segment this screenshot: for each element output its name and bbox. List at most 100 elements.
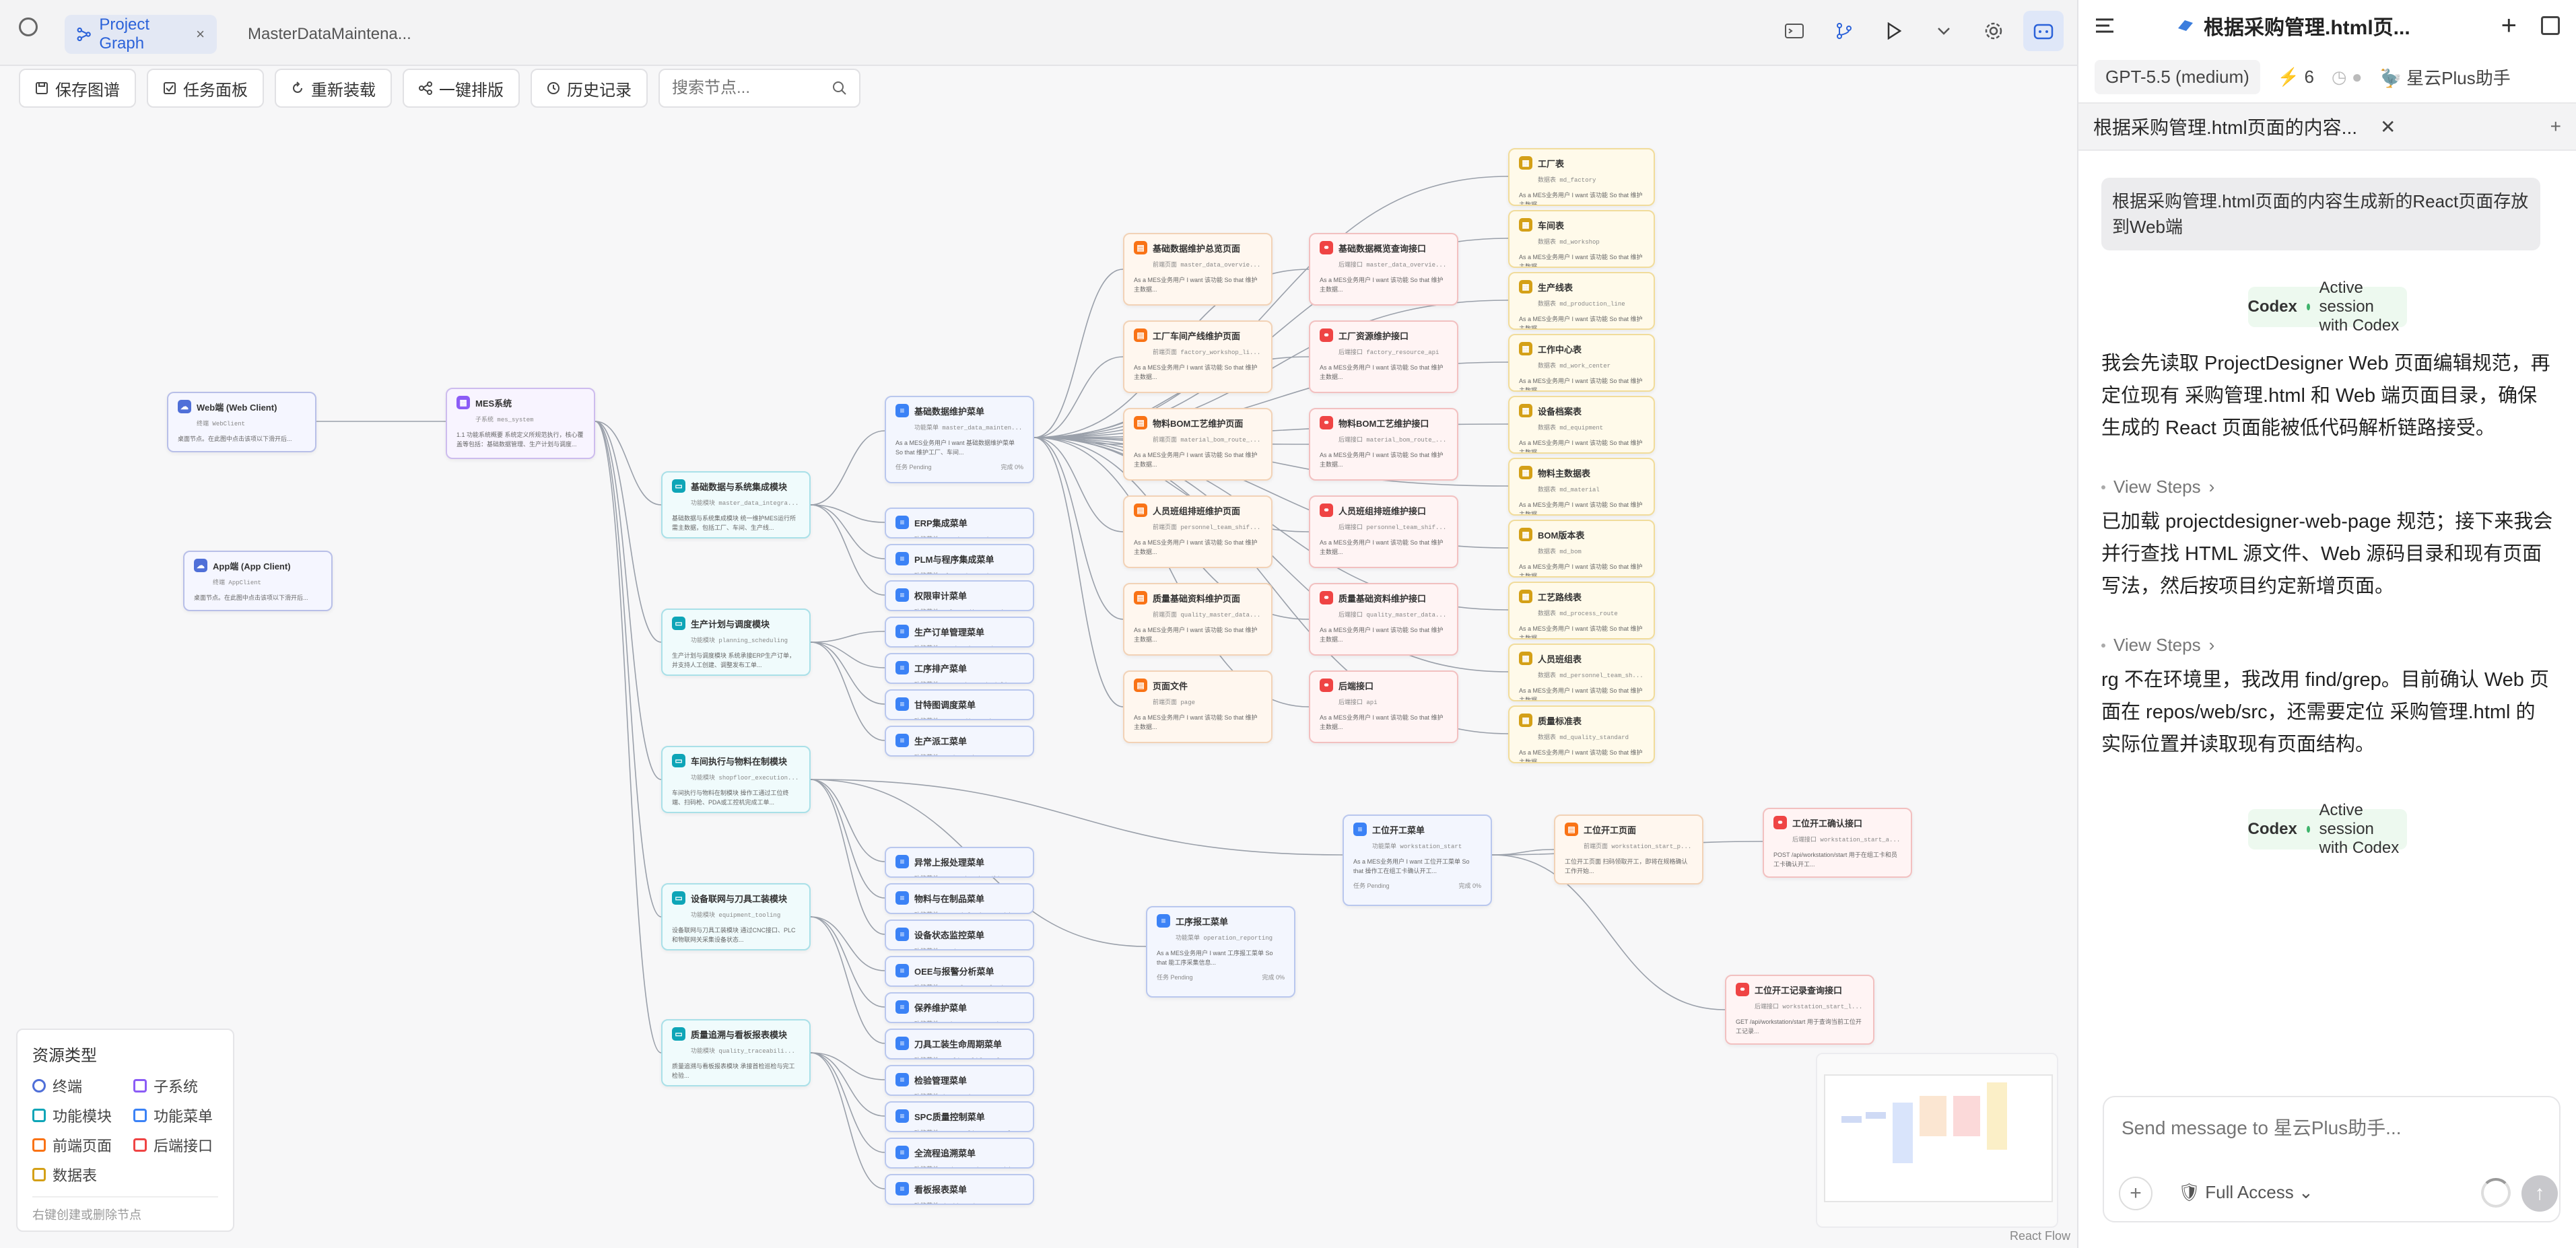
node-api-workstation-record[interactable]: ⚭ 工位开工记录查询接口 后端接口 workstation_start_l... … [1725,975,1874,1045]
node-api[interactable]: ⚭ 后端接口 后端接口 api As a MES业务用户 I want 该功能 So … [1309,670,1458,743]
chevron-down-icon[interactable] [1924,11,1964,51]
search-icon[interactable] [832,81,847,96]
branch-icon[interactable] [1824,11,1864,51]
node-module[interactable]: ▭ 基础数据与系统集成模块 功能模块 master_data_integra...… [661,471,811,539]
node-menu[interactable]: ≡ SPC质量控制菜单功能菜单 spc_quality_control [885,1101,1034,1132]
node-api[interactable]: ⚭ 物料BOM工艺维护接口 后端接口 material_bom_route_... A… [1309,408,1458,481]
node-meta: 数据表 md_process_route [1538,611,1618,617]
node-api[interactable]: ⚭ 工厂资源维护接口 后端接口 factory_resource_api As a M… [1309,320,1458,393]
node-menu[interactable]: ≡ 甘特图调度菜单功能菜单 gantt_dispatch [885,689,1034,720]
node-table[interactable]: ▦ 工作中心表 数据表 md_work_center As a MES业务用户 I w… [1508,334,1655,392]
node-menu[interactable]: ≡ PLM与程序集成菜单功能菜单 plm_cad_cam_integra... [885,544,1034,575]
react-flow-attribution[interactable]: React Flow [2010,1229,2070,1243]
tab-master-data[interactable]: MasterDataMaintena... [228,15,423,54]
node-api[interactable]: ⚭ 人员班组排班维护接口 后端接口 personnel_team_shif... As… [1309,495,1458,568]
sidebar-toggle-icon[interactable] [2541,16,2560,35]
codex-status-badge: Codex Active session with Codex [2247,801,2407,857]
table-icon [32,1168,46,1181]
node-meta: 数据表 md_quality_standard [1538,734,1629,741]
user-message: 根据采购管理.html页面的内容生成新的React页面存放到Web端 [2101,178,2540,250]
view-steps-toggle[interactable]: View Steps › [2101,477,2553,497]
node-menu[interactable]: ≡ 异常上报处理菜单功能菜单 exception_handling [885,847,1034,878]
node-menu[interactable]: ≡ 工序排产菜单功能菜单 operation_scheduling [885,653,1034,684]
node-module[interactable]: ▭ 设备联网与刀具工装模块 功能模块 equipment_tooling 设备联网… [661,883,811,950]
bullet-icon [2101,485,2105,489]
new-chat-button[interactable]: + [2501,11,2517,41]
node-table[interactable]: ▦ 车间表 数据表 md_workshop As a MES业务用户 I want 该… [1508,210,1655,268]
node-table[interactable]: ▦ 物料主数据表 数据表 md_material As a MES业务用户 I wan… [1508,458,1655,516]
app-menu-icon[interactable] [19,18,38,36]
node-menu[interactable]: ≡ 权限审计菜单功能菜单 role_audit_security [885,580,1034,611]
close-icon[interactable]: ✕ [2380,116,2396,138]
node-web-client[interactable]: ☁ Web端 (Web Client) 终端 WebClient 桌面节点。在此图… [167,392,316,452]
node-menu[interactable]: ≡ OEE与报警分析菜单功能菜单 oee_alarm_analysis [885,956,1034,987]
node-menu-operation-reporting[interactable]: ≡ 工序报工菜单 功能菜单 operation_reporting As a ME… [1146,906,1295,998]
node-menu[interactable]: ≡ 保养维护菜单功能菜单 maintenance_work_or... [885,992,1034,1023]
node-table[interactable]: ▦ BOM版本表 数据表 md_bom As a MES业务用户 I want 该功能… [1508,520,1655,578]
search-input[interactable] [672,79,807,98]
node-menu[interactable]: ≡ 全流程追溯菜单功能菜单 end_to_end_traceabi... [885,1138,1034,1169]
node-api-workstation-start[interactable]: ⚭ 工位开工确认接口 后端接口 workstation_start_a... PO… [1763,808,1912,878]
node-table[interactable]: ▦ 设备档案表 数据表 md_equipment As a MES业务用户 I wan… [1508,396,1655,454]
token-count: ⚡ 6 [2277,66,2314,87]
add-tab-button[interactable]: + [2550,116,2561,137]
auto-layout-button[interactable]: 一键排版 [403,69,520,108]
node-table[interactable]: ▦ 工艺路线表 数据表 md_process_route As a MES业务用户 I… [1508,582,1655,639]
node-menu[interactable]: ≡ ERP集成菜单功能菜单 erp_integration [885,508,1034,539]
message-input[interactable] [2122,1117,2526,1139]
minimap-viewport[interactable] [1824,1074,2053,1202]
node-table[interactable]: ▦ 生产线表 数据表 md_production_line As a MES业务用户 … [1508,272,1655,330]
node-page[interactable]: ▤ 基础数据维护总览页面 前端页面 master_data_overvie... As… [1123,233,1273,306]
access-selector[interactable]: 🛡 Full Access ⌄ [2178,1182,2313,1203]
node-menu[interactable]: ≡ 设备状态监控菜单功能菜单 equipment_status_mo... [885,920,1034,950]
node-menu[interactable]: ≡ 物料与在制品菜单功能菜单 material_wip_tracki... [885,883,1034,914]
resource-type-legend: 资源类型 终端 子系统 功能模块 功能菜单 前端页面 后端接口 数据表 右键创建… [16,1029,234,1232]
close-icon[interactable]: × [196,26,205,43]
assistant-name[interactable]: 🦤 星云Plus助手 [2380,65,2511,90]
node-meta: 功能菜单 plm_cad_cam_integra... [895,571,1023,574]
gear-icon[interactable] [1973,11,2014,51]
node-app-client[interactable]: ☁ App端 (App Client) 终端 AppClient 桌面节点。在此图… [183,551,333,611]
save-graph-button[interactable]: 保存图谱 [19,69,136,108]
node-module[interactable]: ▭ 质量追溯与看板报表模块 功能模块 quality_traceabili... … [661,1019,811,1086]
model-selector[interactable]: GPT-5.5 (medium) [2095,59,2260,94]
node-menu[interactable]: ≡ 看板报表菜单功能菜单 dashboard_reports [885,1174,1034,1205]
node-table[interactable]: ▦ 工厂表 数据表 md_factory As a MES业务用户 I want 该功… [1508,148,1655,206]
node-page-workstation-start[interactable]: ▤ 工位开工页面 前端页面 workstation_start_p... 工位开工… [1554,814,1703,885]
tab-project-graph[interactable]: Project Graph × [65,15,217,54]
node-menu[interactable]: ≡ 检验管理菜单功能菜单 inspection_manageme... [885,1065,1034,1096]
node-module[interactable]: ▭ 生产计划与调度模块 功能模块 planning_scheduling 生产计划… [661,609,811,676]
table-icon: ▦ [1519,280,1532,293]
conversation-tab[interactable]: 根据采购管理.html页面的内容... [2093,113,2357,140]
graph-canvas[interactable]: ☁ Web端 (Web Client) 终端 WebClient 桌面节点。在此图… [0,114,2077,1248]
node-menu[interactable]: ≡ 生产派工菜单功能菜单 task_assignment [885,726,1034,757]
node-api[interactable]: ⚭ 质量基础资料维护接口 后端接口 quality_master_data... As… [1309,583,1458,656]
node-table[interactable]: ▦ 质量标准表 数据表 md_quality_standard As a MES业务用… [1508,705,1655,763]
send-button[interactable]: ↑ [2521,1175,2558,1212]
terminal-icon[interactable] [1774,11,1815,51]
play-icon[interactable] [1874,11,1914,51]
view-steps-toggle[interactable]: View Steps › [2101,635,2553,656]
node-page[interactable]: ▤ 页面文件 前端页面 page As a MES业务用户 I want 该功能 So… [1123,670,1273,743]
node-menu-master-data[interactable]: ≡ 基础数据维护菜单 功能菜单 master_data_mainten... As… [885,396,1034,483]
node-page[interactable]: ▤ 质量基础资料维护页面 前端页面 quality_master_data... As… [1123,583,1273,656]
node-meta: 功能菜单 oee_alarm_analysis [895,983,1023,985]
attach-button[interactable]: + [2119,1177,2153,1210]
node-mes-system[interactable]: ▦ MES系统 子系统 mes_system 1.1 功能系统概要 系统定义所规范… [446,388,595,459]
node-menu[interactable]: ≡ 生产订单管理菜单功能菜单 production_order_ma... [885,617,1034,648]
history-button[interactable]: 历史记录 [531,69,648,108]
node-menu-workstation-start[interactable]: ≡ 工位开工菜单 功能菜单 workstation_start As a MES业… [1343,814,1492,906]
node-module[interactable]: ▭ 车间执行与物料在制模块 功能模块 shopfloor_execution...… [661,746,811,813]
minimap[interactable] [1816,1053,2058,1228]
node-table[interactable]: ▦ 人员班组表 数据表 md_personnel_team_sh... As a ME… [1508,644,1655,701]
node-page[interactable]: ▤ 物料BOM工艺维护页面 前端页面 material_bom_route_... A… [1123,408,1273,481]
task-panel-button[interactable]: 任务面板 [147,69,264,108]
node-page[interactable]: ▤ 人员班组排班维护页面 前端页面 personnel_team_shif... As… [1123,495,1273,568]
reload-button[interactable]: 重新装载 [275,69,392,108]
node-menu[interactable]: ≡ 刀具工装生命周期菜单功能菜单 tooling_lifecycle [885,1029,1034,1060]
node-api[interactable]: ⚭ 基础数据概览查询接口 后端接口 master_data_overvie... As… [1309,233,1458,306]
assistant-toggle-icon[interactable] [2023,11,2064,51]
node-title: OEE与报警分析菜单 [914,966,994,977]
node-page[interactable]: ▤ 工厂车间产线维护页面 前端页面 factory_workshop_li... As… [1123,320,1273,393]
menu-icon[interactable] [2095,18,2115,34]
